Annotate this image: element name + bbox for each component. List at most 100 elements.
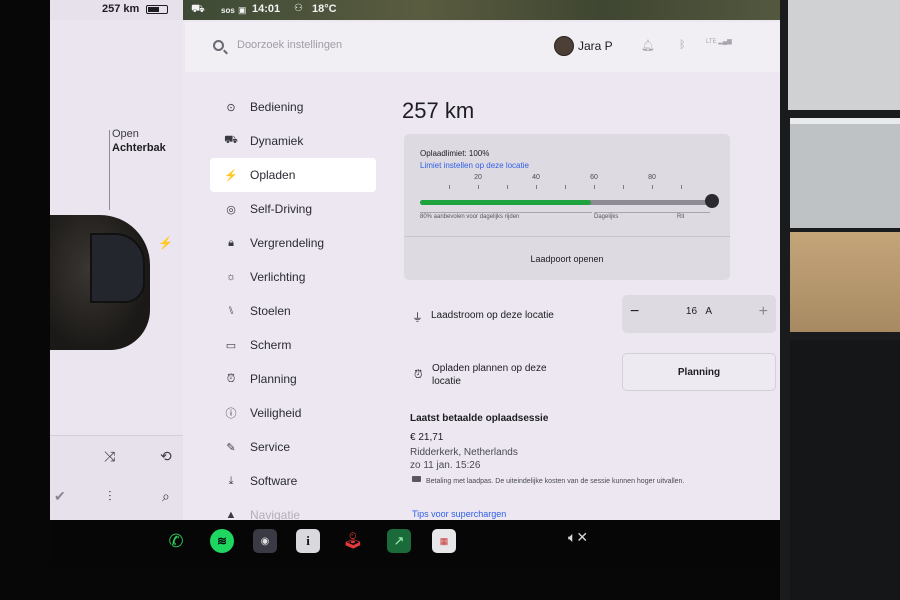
sidebar-item-planning[interactable]: ⏰︎ Planning bbox=[210, 362, 376, 396]
daily-recommendation: 80% aanbevolen voor dagelijks rijden bbox=[420, 214, 520, 220]
set-limit-link[interactable]: Limiet instellen op deze locatie bbox=[420, 161, 529, 170]
repeat-icon[interactable]: ⟲ bbox=[160, 448, 172, 465]
background-photo bbox=[780, 0, 900, 600]
sidebar-item-veiligheid[interactable]: ⓘ Veiligheid bbox=[210, 396, 376, 430]
sidebar-item-label: Dynamiek bbox=[250, 134, 304, 148]
wrench-icon: ✎ bbox=[226, 441, 236, 454]
sidebar-item-label: Opladen bbox=[250, 168, 296, 182]
car-panel: Open Achterbak ⚡ ⤨ ⟲ ✔ ⫶ ⌕ bbox=[50, 20, 183, 520]
map-strip: ⛟ sos ▣ 14:01 ⚇ 18°C bbox=[183, 0, 780, 20]
scale-tick-label: 80 bbox=[648, 174, 656, 181]
chart-icon[interactable]: ↗ bbox=[387, 529, 411, 553]
spotify-icon[interactable]: ≋ bbox=[210, 529, 234, 553]
charge-limit-slider[interactable] bbox=[420, 200, 710, 205]
increase-current-button[interactable]: + bbox=[759, 303, 768, 321]
sidebar-item-label: Stoelen bbox=[250, 304, 291, 318]
avatar[interactable] bbox=[554, 36, 574, 56]
sidebar-item-label: Scherm bbox=[250, 338, 292, 352]
plug-icon: ⏚ bbox=[412, 312, 423, 324]
open-charge-port-button[interactable]: Laadpoort openen bbox=[404, 237, 730, 280]
check-circle-icon[interactable]: ✔ bbox=[54, 488, 66, 505]
battery-icon bbox=[146, 5, 168, 14]
joystick-icon[interactable]: 🕹︎ bbox=[341, 529, 365, 553]
settings-header: Jara P 🔔︎ ᛒ LTE ▂▄▆ bbox=[185, 22, 780, 72]
bolt-icon: ⚡ bbox=[224, 169, 238, 182]
planning-button[interactable]: Planning bbox=[622, 353, 776, 391]
sidebar-item-label: Service bbox=[250, 440, 291, 454]
sidebar-item-stoelen[interactable]: ⑊ Stoelen bbox=[210, 294, 376, 328]
touchscreen: 257 km ⛟ sos ▣ 14:01 ⚇ 18°C Open Achterb… bbox=[50, 0, 780, 520]
screen-icon: ▭ bbox=[225, 339, 237, 352]
taskbar: ✆ ≋ ◉ i 🕹︎ ↗ ▦ 🔈︎✕ bbox=[50, 520, 780, 566]
search-icon[interactable]: ⌕ bbox=[162, 488, 170, 505]
sidebar-item-verlichting[interactable]: ☼ Verlichting bbox=[210, 260, 376, 294]
daily-zone-line bbox=[420, 212, 592, 213]
user-status-icon[interactable]: ⚇ bbox=[294, 3, 303, 14]
charge-limit-title: Oplaadlimiet: 100% bbox=[420, 149, 490, 158]
sidebar-item-software[interactable]: ⤓ Software bbox=[210, 464, 376, 498]
sidebar-item-label: Navigatie bbox=[250, 508, 301, 520]
current-unit: A bbox=[705, 306, 713, 317]
sidebar-item-self-driving[interactable]: ◎ Self-Driving bbox=[210, 192, 376, 226]
search-input[interactable] bbox=[237, 39, 437, 51]
toggle-icon: ⊙ bbox=[226, 101, 236, 114]
phone-icon[interactable]: ✆ bbox=[164, 529, 188, 553]
sidebar-item-bediening[interactable]: ⊙ Bediening bbox=[210, 90, 376, 124]
scale-tick bbox=[594, 185, 595, 189]
status-time: 14:01 bbox=[252, 3, 281, 15]
sidebar-item-label: Planning bbox=[250, 372, 297, 386]
navigation-icon: ▲ bbox=[225, 509, 237, 520]
car-image bbox=[50, 215, 150, 350]
range-heading: 257 km bbox=[402, 98, 475, 123]
sos-label: sos bbox=[221, 6, 235, 15]
sidebar-item-navigatie[interactable]: ▲ Navigatie bbox=[210, 498, 376, 520]
supercharging-tips-link[interactable]: Tips voor superchargen bbox=[412, 509, 506, 519]
sidebar-item-label: Verlichting bbox=[250, 270, 306, 284]
safety-icon: ⓘ bbox=[225, 408, 237, 420]
current-charge-fill bbox=[420, 200, 592, 205]
sidebar-item-label: Bediening bbox=[250, 100, 304, 114]
bluetooth-icon[interactable]: ᛒ bbox=[679, 39, 686, 51]
bell-icon[interactable]: 🔔︎ bbox=[641, 39, 655, 52]
user-name[interactable]: Jara P bbox=[578, 39, 613, 53]
sidebar-item-dynamiek[interactable]: ⛟ Dynamiek bbox=[210, 124, 376, 158]
alarm-icon: ⏰︎ bbox=[414, 369, 423, 381]
status-bar: 257 km ⛟ sos ▣ 14:01 ⚇ 18°C bbox=[50, 0, 780, 20]
charge-scale: 20 40 60 80 bbox=[420, 174, 712, 194]
sidebar-item-label: Veiligheid bbox=[250, 406, 302, 420]
sidebar-item-opladen[interactable]: ⚡ Opladen bbox=[210, 158, 376, 192]
sidebar-item-label: Software bbox=[250, 474, 298, 488]
scale-tick-label: 20 bbox=[474, 174, 482, 181]
session-note: Betaling met laadpas. De uiteindelijke k… bbox=[426, 478, 685, 485]
session-title: Laatst betaalde oplaadsessie bbox=[410, 413, 549, 424]
charge-limit-card: Oplaadlimiet: 100% Limiet instellen op d… bbox=[404, 134, 730, 280]
trunk-label[interactable]: Achterbak bbox=[112, 142, 166, 154]
scale-tick bbox=[623, 185, 624, 189]
scale-tick-label: 40 bbox=[532, 174, 540, 181]
scale-tick bbox=[652, 185, 653, 189]
scale-tick bbox=[478, 185, 479, 189]
sidebar-item-vergrendeling[interactable]: 🔒︎ Vergrendeling bbox=[210, 226, 376, 260]
camera-icon[interactable]: ◉ bbox=[253, 529, 277, 553]
shuffle-icon[interactable]: ⤨ bbox=[104, 448, 115, 465]
calendar-icon[interactable]: ▦ bbox=[432, 529, 456, 553]
schedule-label-line1: Opladen plannen op deze bbox=[432, 363, 547, 374]
equalizer-icon[interactable]: ⫶ bbox=[108, 488, 112, 505]
charge-limit-handle[interactable] bbox=[705, 194, 719, 208]
scale-tick bbox=[449, 185, 450, 189]
sidebar-item-scherm[interactable]: ▭ Scherm bbox=[210, 328, 376, 362]
volume-muted-icon[interactable]: 🔈︎✕ bbox=[568, 529, 588, 546]
trunk-state-button[interactable]: Open bbox=[112, 128, 139, 140]
status-temperature: 18°C bbox=[312, 3, 337, 15]
session-date: zo 11 jan. 15:26 bbox=[410, 460, 481, 471]
car-icon: ⛟ bbox=[224, 134, 238, 146]
car-status-icon: ⛟ bbox=[191, 3, 205, 15]
charge-current-stepper: − 16 A + bbox=[622, 295, 776, 333]
charge-current-label: Laadstroom op deze locatie bbox=[431, 310, 554, 321]
session-location: Ridderkerk, Netherlands bbox=[410, 447, 518, 458]
info-icon[interactable]: i bbox=[296, 529, 320, 553]
download-icon: ⤓ bbox=[228, 474, 234, 487]
session-amount: € 21,71 bbox=[410, 432, 444, 443]
scale-tick bbox=[536, 185, 537, 189]
sidebar-item-service[interactable]: ✎ Service bbox=[210, 430, 376, 464]
